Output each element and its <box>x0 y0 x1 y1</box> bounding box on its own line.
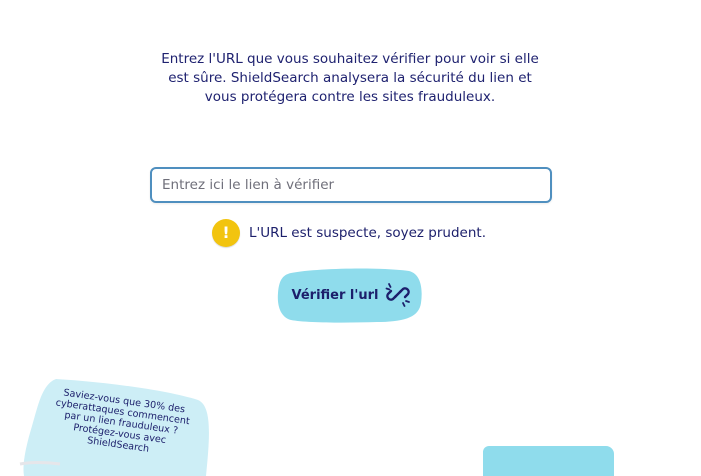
exclamation-icon: ! <box>212 219 240 247</box>
url-field[interactable] <box>150 167 552 203</box>
url-input[interactable] <box>152 169 550 201</box>
url-status-alert: ! L'URL est suspecte, soyez prudent. <box>212 219 486 247</box>
link-icon <box>385 281 411 310</box>
tip-bubble: Saviez-vous que 30% des cyberattaques co… <box>16 376 212 476</box>
alert-message: L'URL est suspecte, soyez prudent. <box>249 225 486 241</box>
verify-url-button[interactable]: Vérifier l'url <box>277 267 422 323</box>
intro-text: Entrez l'URL que vous souhaitez vérifier… <box>161 51 539 105</box>
bottom-card <box>483 446 614 476</box>
verify-button-label: Vérifier l'url <box>291 287 379 303</box>
